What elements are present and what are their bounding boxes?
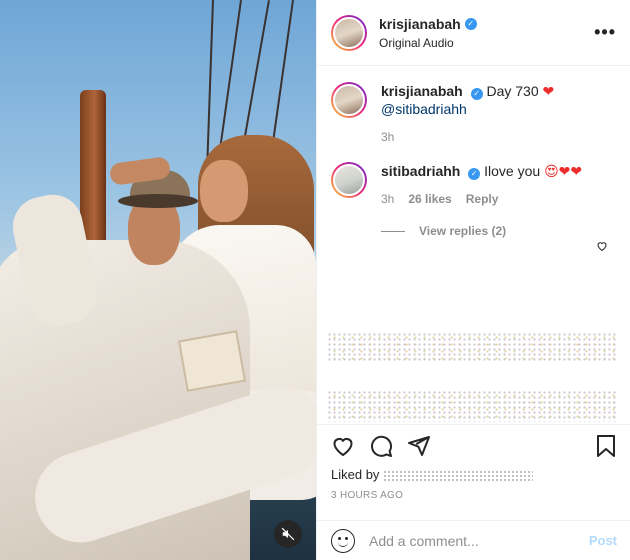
comments-section: krisjianabah ✓ Day 730 ❤ @sitibadriahh 3…: [317, 66, 630, 422]
view-replies-button[interactable]: View replies (2): [381, 224, 616, 238]
avatar[interactable]: [331, 162, 367, 198]
verified-badge-icon: ✓: [464, 17, 477, 30]
replies-divider: [381, 230, 405, 232]
comment-item: sitibadriahh ✓ Ilove you 😍❤❤ 3h 26 likes…: [331, 162, 616, 208]
red-heart-emoji: ❤: [542, 83, 555, 99]
caption-body: krisjianabah ✓ Day 730 ❤ @sitibadriahh 3…: [381, 82, 616, 146]
liked-by-text[interactable]: Liked by: [331, 467, 617, 482]
comment-emojis: 😍❤❤: [544, 163, 583, 179]
woman-face: [200, 160, 248, 222]
speaker-muted-icon[interactable]: [274, 520, 302, 548]
comment-like-heart-icon[interactable]: [596, 240, 608, 255]
share-paper-plane-icon[interactable]: [407, 434, 431, 463]
post-time-ago[interactable]: 3 HOURS AGO: [331, 490, 617, 501]
header-username-row[interactable]: krisjianabah ✓: [379, 16, 477, 32]
audio-label[interactable]: Original Audio: [379, 36, 594, 50]
avatar[interactable]: [331, 14, 367, 51]
reply-button[interactable]: Reply: [466, 190, 499, 208]
view-replies-label[interactable]: View replies (2): [419, 224, 506, 238]
post-header: krisjianabah ✓ Original Audio •••: [317, 0, 630, 66]
post-comment-button[interactable]: Post: [589, 533, 617, 548]
action-bar: Liked by 3 HOURS AGO: [317, 424, 630, 524]
add-comment-bar: Post: [317, 520, 630, 560]
paper-card: [177, 330, 247, 392]
save-bookmark-icon[interactable]: [595, 434, 617, 463]
more-options-icon[interactable]: •••: [594, 22, 616, 43]
comment-body: sitibadriahh ✓ Ilove you 😍❤❤ 3h 26 likes…: [381, 162, 616, 208]
like-heart-icon[interactable]: [331, 434, 355, 463]
comment-meta: 3h 26 likes Reply: [381, 190, 616, 208]
caption-meta: 3h: [381, 128, 616, 146]
hat-brim: [118, 194, 198, 208]
comment-text: Ilove you: [484, 163, 541, 179]
verified-badge-icon: ✓: [470, 88, 483, 100]
verified-badge-icon: ✓: [468, 168, 481, 180]
comment-bubble-icon[interactable]: [369, 434, 393, 463]
emoji-smiley-icon[interactable]: [331, 528, 355, 553]
caption-time[interactable]: 3h: [381, 128, 394, 146]
obscured-liked-by-names: [383, 469, 534, 482]
header-text: krisjianabah ✓ Original Audio: [379, 16, 594, 50]
post-side-panel: krisjianabah ✓ Original Audio ••• krisji…: [316, 0, 630, 560]
post-video[interactable]: [0, 0, 316, 560]
header-username[interactable]: krisjianabah: [379, 16, 461, 32]
comment-input[interactable]: [369, 532, 589, 549]
liked-by-prefix: Liked by: [331, 467, 380, 482]
action-icons: [331, 433, 617, 463]
obscured-comment: [327, 390, 617, 422]
obscured-comment: [327, 332, 617, 362]
comment-time[interactable]: 3h: [381, 190, 394, 208]
post-container: krisjianabah ✓ Original Audio ••• krisji…: [0, 0, 630, 560]
avatar[interactable]: [331, 82, 367, 118]
mention-link[interactable]: @sitibadriahh: [381, 101, 467, 117]
caption: krisjianabah ✓ Day 730 ❤ @sitibadriahh 3…: [331, 82, 616, 146]
caption-username[interactable]: krisjianabah: [381, 83, 463, 99]
comment-likes[interactable]: 26 likes: [408, 190, 451, 208]
comment-username[interactable]: sitibadriahh: [381, 163, 460, 179]
caption-text: Day 730: [486, 83, 539, 99]
